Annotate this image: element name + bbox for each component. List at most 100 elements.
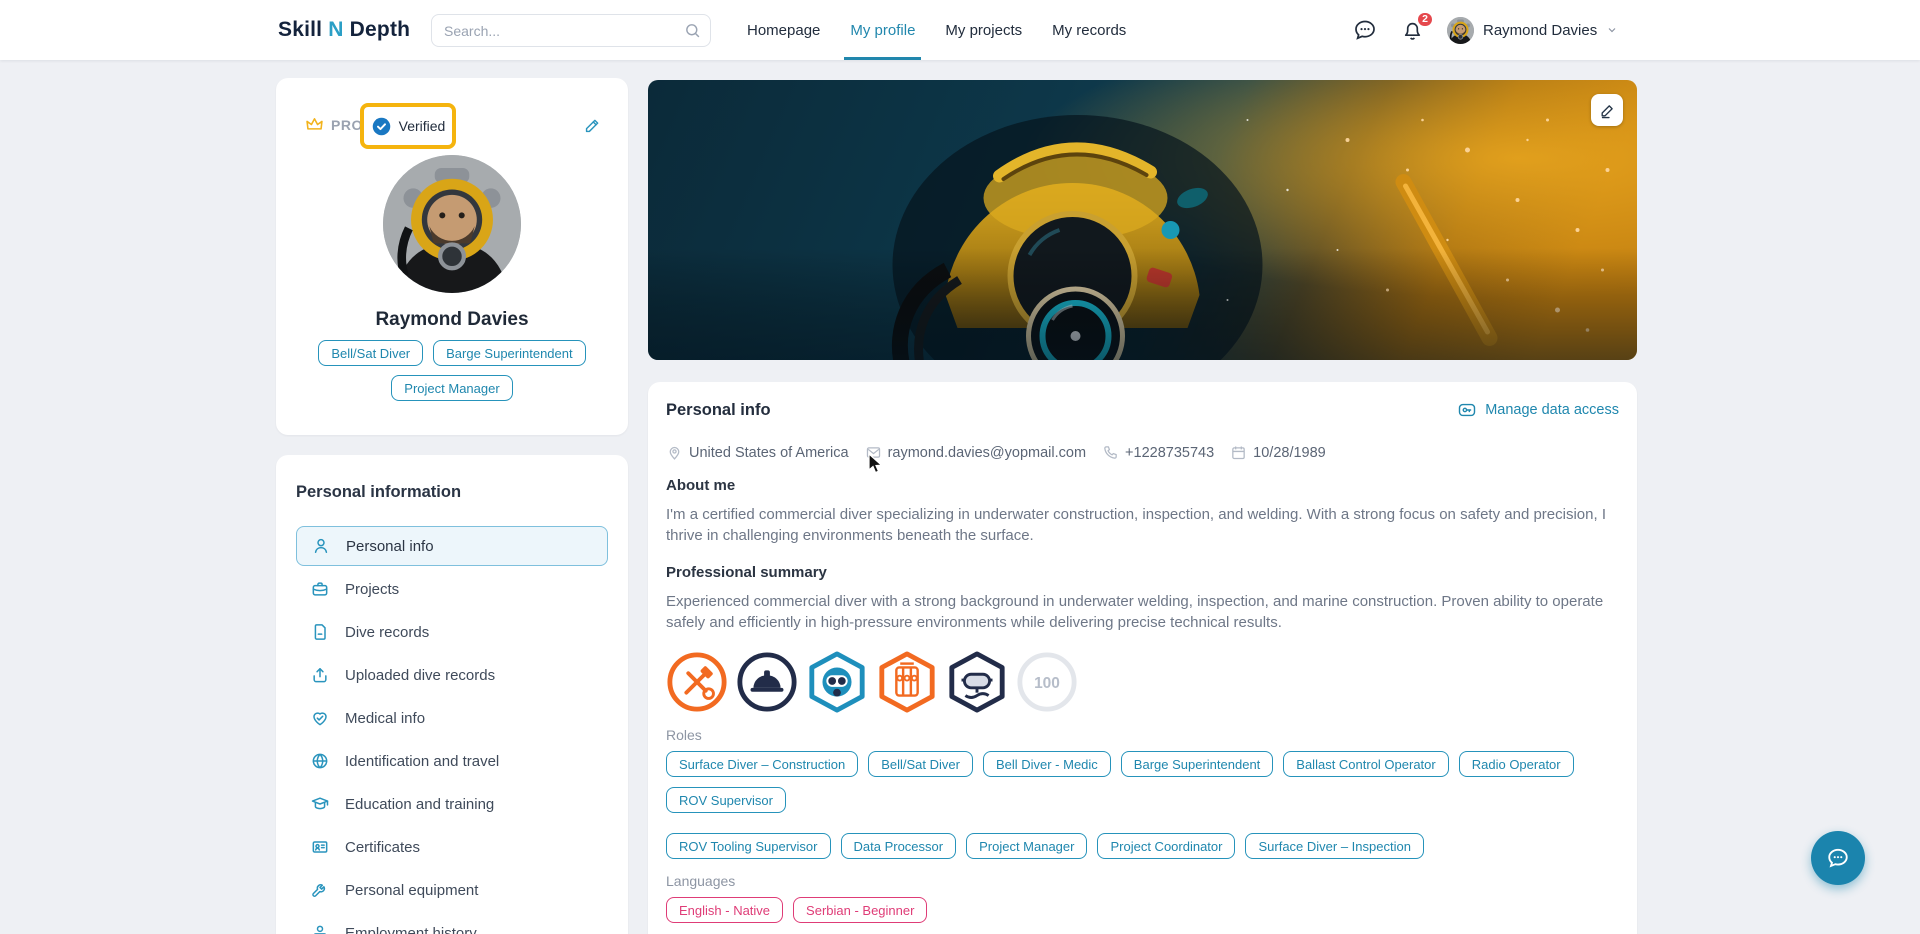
profile-summary-card: PRO Verified Raymond Davies Bell/Sat Div… <box>276 78 628 435</box>
verified-badge-highlight: Verified <box>360 103 456 149</box>
graduation-cap-icon <box>310 794 330 814</box>
pro-badge: PRO <box>304 114 363 135</box>
personal-information-menu: Personal information Personal info Proje… <box>276 455 628 934</box>
crown-icon <box>304 114 325 135</box>
chat-fab-button[interactable] <box>1811 831 1865 885</box>
snorkel-mask-badge-icon <box>946 651 1008 713</box>
top-navbar: Skill N Depth Homepage My profile My pro… <box>0 0 1920 60</box>
profile-tag: Bell/Sat Diver <box>318 340 423 366</box>
diving-bell-badge-icon <box>876 651 938 713</box>
languages-label: Languages <box>666 873 1619 889</box>
sidebar-item-employment-history[interactable]: Employment history <box>296 913 608 934</box>
roles-label: Roles <box>666 727 1619 743</box>
wrench-icon <box>310 880 330 900</box>
user-icon <box>311 536 331 556</box>
briefcase-icon <box>310 579 330 599</box>
contact-info-row: United States of America raymond.davies@… <box>666 444 1619 461</box>
role-chip: Surface Diver – Construction <box>666 751 858 777</box>
sidebar-item-dive-records[interactable]: Dive records <box>296 612 608 652</box>
sidebar-item-identification-travel[interactable]: Identification and travel <box>296 741 608 781</box>
role-chip: Project Coordinator <box>1097 833 1235 859</box>
notification-count-badge: 2 <box>1416 11 1434 28</box>
professional-summary-text: Experienced commercial diver with a stro… <box>666 591 1619 633</box>
email-item: raymond.davies@yopmail.com <box>865 444 1086 461</box>
role-chip: Project Manager <box>966 833 1087 859</box>
profile-tag: Project Manager <box>391 375 512 401</box>
professional-summary-title: Professional summary <box>666 564 1619 581</box>
main-nav: Homepage My profile My projects My recor… <box>747 0 1126 60</box>
language-chips: English - Native Serbian - Beginner <box>666 897 1619 923</box>
edit-profile-icon[interactable] <box>583 116 602 135</box>
search-input[interactable] <box>431 14 711 47</box>
role-chip: Surface Diver – Inspection <box>1245 833 1423 859</box>
pro-label: PRO <box>331 117 363 133</box>
profile-name: Raymond Davies <box>276 309 628 331</box>
user-menu[interactable]: Raymond Davies <box>1447 17 1618 44</box>
sidebar-item-medical-info[interactable]: Medical info <box>296 698 608 738</box>
role-chip: Ballast Control Operator <box>1283 751 1448 777</box>
nav-my-profile[interactable]: My profile <box>850 0 915 60</box>
calendar-icon <box>1230 444 1247 461</box>
upload-icon <box>310 665 330 685</box>
role-chip: Radio Operator <box>1459 751 1574 777</box>
personal-info-panel: Personal info Manage data access United … <box>648 382 1637 934</box>
sidebar-item-education-training[interactable]: Education and training <box>296 784 608 824</box>
cover-photo-image <box>648 80 1637 360</box>
birth-date-item: 10/28/1989 <box>1230 444 1326 461</box>
chat-bubble-icon <box>1824 844 1852 872</box>
verified-icon <box>371 116 392 137</box>
location-item: United States of America <box>666 444 849 461</box>
id-badge-icon <box>310 923 330 934</box>
pencil-icon <box>1599 102 1616 119</box>
hard-hat-badge-icon <box>736 651 798 713</box>
sidebar-item-personal-info[interactable]: Personal info <box>296 526 608 566</box>
section-title: Personal info <box>666 401 771 420</box>
messages-icon[interactable] <box>1352 17 1378 43</box>
navbar-right: 2 Raymond Davies <box>1352 0 1618 60</box>
heart-pulse-icon <box>310 708 330 728</box>
globe-icon <box>310 751 330 771</box>
edit-cover-button[interactable] <box>1591 94 1623 126</box>
profile-tags: Bell/Sat Diver Barge Superintendent Proj… <box>276 340 628 401</box>
profile-tag: Barge Superintendent <box>433 340 585 366</box>
nav-my-records[interactable]: My records <box>1052 0 1126 60</box>
dive-mask-badge-icon <box>806 651 868 713</box>
key-icon <box>1457 400 1477 420</box>
user-name: Raymond Davies <box>1483 22 1597 39</box>
certificate-icon <box>310 837 330 857</box>
sidebar-item-projects[interactable]: Projects <box>296 569 608 609</box>
nav-homepage[interactable]: Homepage <box>747 0 820 60</box>
role-chip: Bell/Sat Diver <box>868 751 973 777</box>
role-chip: ROV Tooling Supervisor <box>666 833 831 859</box>
document-icon <box>310 622 330 642</box>
sidebar-item-personal-equipment[interactable]: Personal equipment <box>296 870 608 910</box>
search-icon <box>684 22 701 39</box>
location-pin-icon <box>666 444 683 461</box>
role-chip: Bell Diver - Medic <box>983 751 1111 777</box>
roles-chips: Surface Diver – Construction Bell/Sat Di… <box>666 751 1619 859</box>
sidebar-item-uploaded-dive-records[interactable]: Uploaded dive records <box>296 655 608 695</box>
phone-icon <box>1102 444 1119 461</box>
role-chip: Barge Superintendent <box>1121 751 1273 777</box>
nav-my-projects[interactable]: My projects <box>945 0 1022 60</box>
phone-item: +1228735743 <box>1102 444 1214 461</box>
role-chip: Data Processor <box>841 833 957 859</box>
search-box <box>431 14 711 47</box>
role-chip: ROV Supervisor <box>666 787 786 813</box>
email-icon <box>865 444 882 461</box>
sidebar-item-certificates[interactable]: Certificates <box>296 827 608 867</box>
manage-data-access-link[interactable]: Manage data access <box>1457 400 1619 420</box>
language-chip: Serbian - Beginner <box>793 897 927 923</box>
score-badge-icon: 100 <box>1016 651 1078 713</box>
language-chip: English - Native <box>666 897 783 923</box>
app-logo[interactable]: Skill N Depth <box>278 18 410 42</box>
verified-label: Verified <box>399 118 446 134</box>
chevron-down-icon <box>1606 24 1618 36</box>
about-me-title: About me <box>666 477 1619 494</box>
cover-photo <box>648 80 1637 360</box>
tools-badge-icon <box>666 651 728 713</box>
profile-avatar <box>383 155 521 293</box>
about-me-text: I'm a certified commercial diver special… <box>666 504 1619 546</box>
menu-title: Personal information <box>296 483 608 502</box>
notifications-bell-icon[interactable]: 2 <box>1400 18 1425 43</box>
